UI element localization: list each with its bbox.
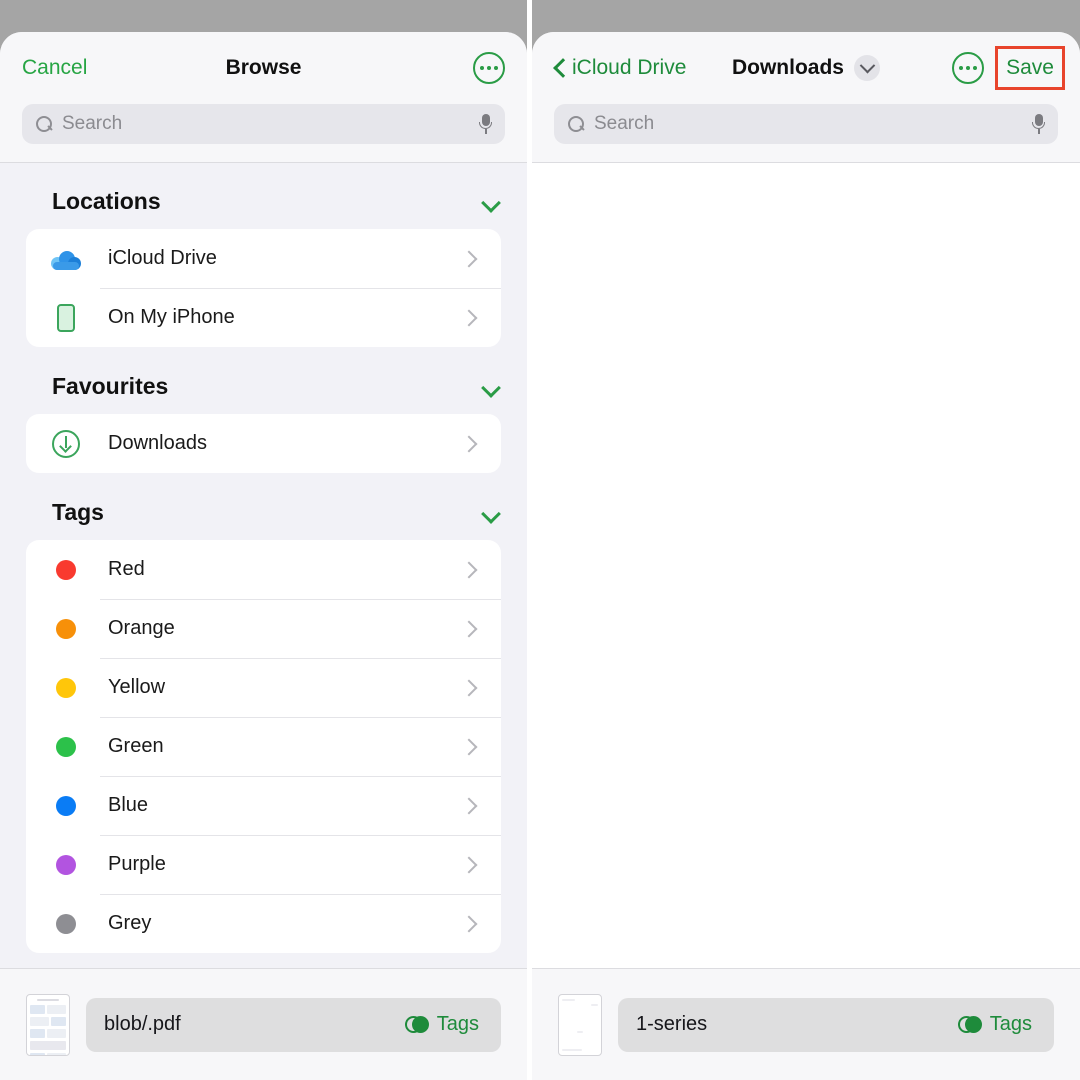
left-nav-trailing xyxy=(473,52,505,84)
list-item-tag-orange[interactable]: Orange xyxy=(26,599,501,658)
tag-color-dot xyxy=(48,618,84,639)
chevron-right-icon xyxy=(461,562,477,578)
divider xyxy=(0,162,527,163)
screenshot-root: Cancel Browse Search Locations iCloud Dr… xyxy=(0,0,1080,1080)
left-nav-leading: Cancel xyxy=(22,56,87,80)
chevron-right-icon xyxy=(461,621,477,637)
list-item-label: Red xyxy=(108,558,145,580)
section-header-locations[interactable]: Locations xyxy=(0,162,527,229)
search-placeholder: Search xyxy=(62,113,123,134)
iphone-icon xyxy=(48,303,84,332)
chevron-right-icon xyxy=(461,680,477,696)
list-item-label: Green xyxy=(108,735,164,757)
left-search-container: Search xyxy=(0,104,527,162)
tags-button[interactable]: Tags xyxy=(957,1013,1032,1036)
tag-color-dot xyxy=(48,736,84,757)
locations-card: iCloud Drive On My iPhone xyxy=(26,229,501,347)
blank-document-thumbnail xyxy=(558,993,602,1056)
section-title: Tags xyxy=(52,499,104,525)
tags-label: Tags xyxy=(436,1013,479,1035)
folder-contents-empty[interactable] xyxy=(532,162,1080,1080)
tag-color-dot xyxy=(48,854,84,875)
list-item-label: Downloads xyxy=(108,432,207,454)
left-navbar: Cancel Browse xyxy=(0,32,527,104)
list-item-tag-purple[interactable]: Purple xyxy=(26,835,501,894)
left-bottom-bar: blob/.pdf Tags xyxy=(0,968,527,1080)
list-item-label: Yellow xyxy=(108,676,166,698)
browse-list[interactable]: Locations iCloud Drive On My iPhone Favo… xyxy=(0,162,527,1080)
document-thumbnail xyxy=(26,993,70,1056)
cancel-button[interactable]: Cancel xyxy=(22,56,87,80)
list-item-label: iCloud Drive xyxy=(108,247,217,269)
search-placeholder: Search xyxy=(594,113,655,134)
section-header-favourites[interactable]: Favourites xyxy=(0,347,527,414)
chevron-left-icon[interactable] xyxy=(554,58,566,78)
right-search-container: Search xyxy=(532,104,1080,162)
right-nav-leading: iCloud Drive xyxy=(554,56,686,80)
chevron-right-icon xyxy=(461,251,477,267)
page-title: Downloads xyxy=(731,56,844,79)
search-input[interactable]: Search xyxy=(554,104,1058,144)
microphone-icon[interactable] xyxy=(1032,114,1045,134)
chevron-right-icon xyxy=(461,916,477,932)
tags-button[interactable]: Tags xyxy=(404,1013,479,1036)
list-item-label: Grey xyxy=(108,912,152,934)
chevron-down-icon[interactable] xyxy=(481,503,501,523)
chevron-right-icon xyxy=(461,310,477,326)
search-icon xyxy=(35,115,53,133)
chevron-down-icon[interactable] xyxy=(481,192,501,212)
tag-color-dot xyxy=(48,795,84,816)
list-item-label: Blue xyxy=(108,794,149,816)
chevron-right-icon xyxy=(461,857,477,873)
list-item-tag-grey[interactable]: Grey xyxy=(26,894,501,953)
section-header-tags[interactable]: Tags xyxy=(0,473,527,540)
chevron-down-icon[interactable] xyxy=(481,377,501,397)
list-item-downloads[interactable]: Downloads xyxy=(26,414,501,473)
right-bottom-bar: 1-series Tags xyxy=(532,968,1080,1080)
list-item-label: Orange xyxy=(108,617,175,639)
list-item-on-my-iphone[interactable]: On My iPhone xyxy=(26,288,501,347)
list-item-label: On My iPhone xyxy=(108,306,235,328)
tags-label: Tags xyxy=(989,1013,1032,1035)
save-button[interactable]: Save xyxy=(995,46,1065,90)
ellipsis-circle-icon[interactable] xyxy=(952,52,985,84)
list-item-icloud-drive[interactable]: iCloud Drive xyxy=(26,229,501,288)
microphone-icon[interactable] xyxy=(479,114,492,134)
favourites-card: Downloads xyxy=(26,414,501,473)
search-icon xyxy=(567,115,585,133)
tag-color-dot xyxy=(48,913,84,934)
search-input[interactable]: Search xyxy=(22,104,505,144)
tags-card: Red Orange Yellow Green Blue Purple Grey xyxy=(26,540,501,953)
list-item-tag-yellow[interactable]: Yellow xyxy=(26,658,501,717)
right-panel: iCloud Drive Downloads Save Search 1-ser… xyxy=(532,0,1080,1080)
list-item-tag-green[interactable]: Green xyxy=(26,717,501,776)
chevron-down-circle-icon[interactable] xyxy=(854,55,880,81)
tags-icon xyxy=(957,1016,982,1033)
section-title: Favourites xyxy=(52,373,169,399)
section-title: Locations xyxy=(52,188,161,214)
right-nav-trailing: Save xyxy=(952,46,1065,90)
tag-color-dot xyxy=(48,559,84,580)
chevron-right-icon xyxy=(461,436,477,452)
chevron-right-icon xyxy=(461,798,477,814)
ellipsis-circle-icon[interactable] xyxy=(473,52,505,84)
browse-sheet: Cancel Browse Search Locations iCloud Dr… xyxy=(0,32,527,1080)
left-panel: Cancel Browse Search Locations iCloud Dr… xyxy=(0,0,527,1080)
divider xyxy=(532,162,1080,163)
downloads-sheet: iCloud Drive Downloads Save Search 1-ser… xyxy=(532,32,1080,1080)
list-item-tag-red[interactable]: Red xyxy=(26,540,501,599)
icloud-icon xyxy=(48,248,84,270)
tag-color-dot xyxy=(48,677,84,698)
right-navbar: iCloud Drive Downloads Save xyxy=(532,32,1080,104)
list-item-label: Purple xyxy=(108,853,166,875)
download-circle-icon xyxy=(48,429,84,458)
tags-icon xyxy=(404,1016,429,1033)
list-item-tag-blue[interactable]: Blue xyxy=(26,776,501,835)
chevron-right-icon xyxy=(461,739,477,755)
back-button[interactable]: iCloud Drive xyxy=(572,56,686,80)
